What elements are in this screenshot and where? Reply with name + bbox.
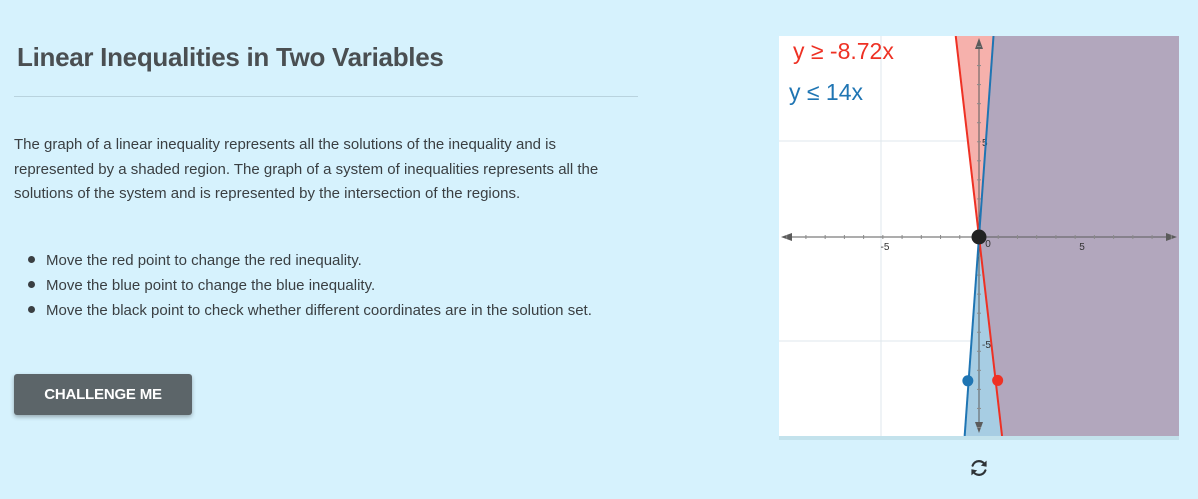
bullet-icon [28,306,35,313]
list-item: Move the black point to check whether di… [28,298,630,323]
black-point[interactable] [971,229,987,245]
instruction-text: Move the red point to change the red ine… [46,252,362,269]
blue-point[interactable] [962,375,974,387]
x-tick-label-5: 5 [1079,242,1085,253]
bullet-icon [28,256,35,263]
x-tick-label-0: 0 [985,239,991,250]
title-divider [14,96,638,97]
red-inequality-label: y ≥ -8.72x [793,38,894,64]
bullet-icon [28,281,35,288]
x-tick-label-neg5: -5 [881,242,890,253]
y-tick-label-neg5: -5 [982,340,991,351]
overlap-region [979,36,1179,436]
red-point[interactable] [992,374,1004,386]
blue-inequality-label: y ≤ 14x [789,79,863,105]
list-item: Move the blue point to change the blue i… [28,273,630,298]
graph-panel: -5 0 5 5 -5 y ≥ -8.72x y ≤ 14x [779,36,1179,440]
graph-bottom-bar [779,436,1179,440]
reset-button[interactable] [967,456,991,480]
challenge-me-button[interactable]: CHALLENGE ME [14,374,192,415]
refresh-icon [971,460,987,476]
intro-text: The graph of a linear inequality represe… [14,136,599,202]
list-item: Move the red point to change the red ine… [28,248,630,273]
instructions-list: Move the red point to change the red ine… [28,248,630,323]
page-title: Linear Inequalities in Two Variables [17,42,444,72]
instruction-text: Move the blue point to change the blue i… [46,277,376,294]
instruction-text: Move the black point to check whether di… [46,302,592,319]
